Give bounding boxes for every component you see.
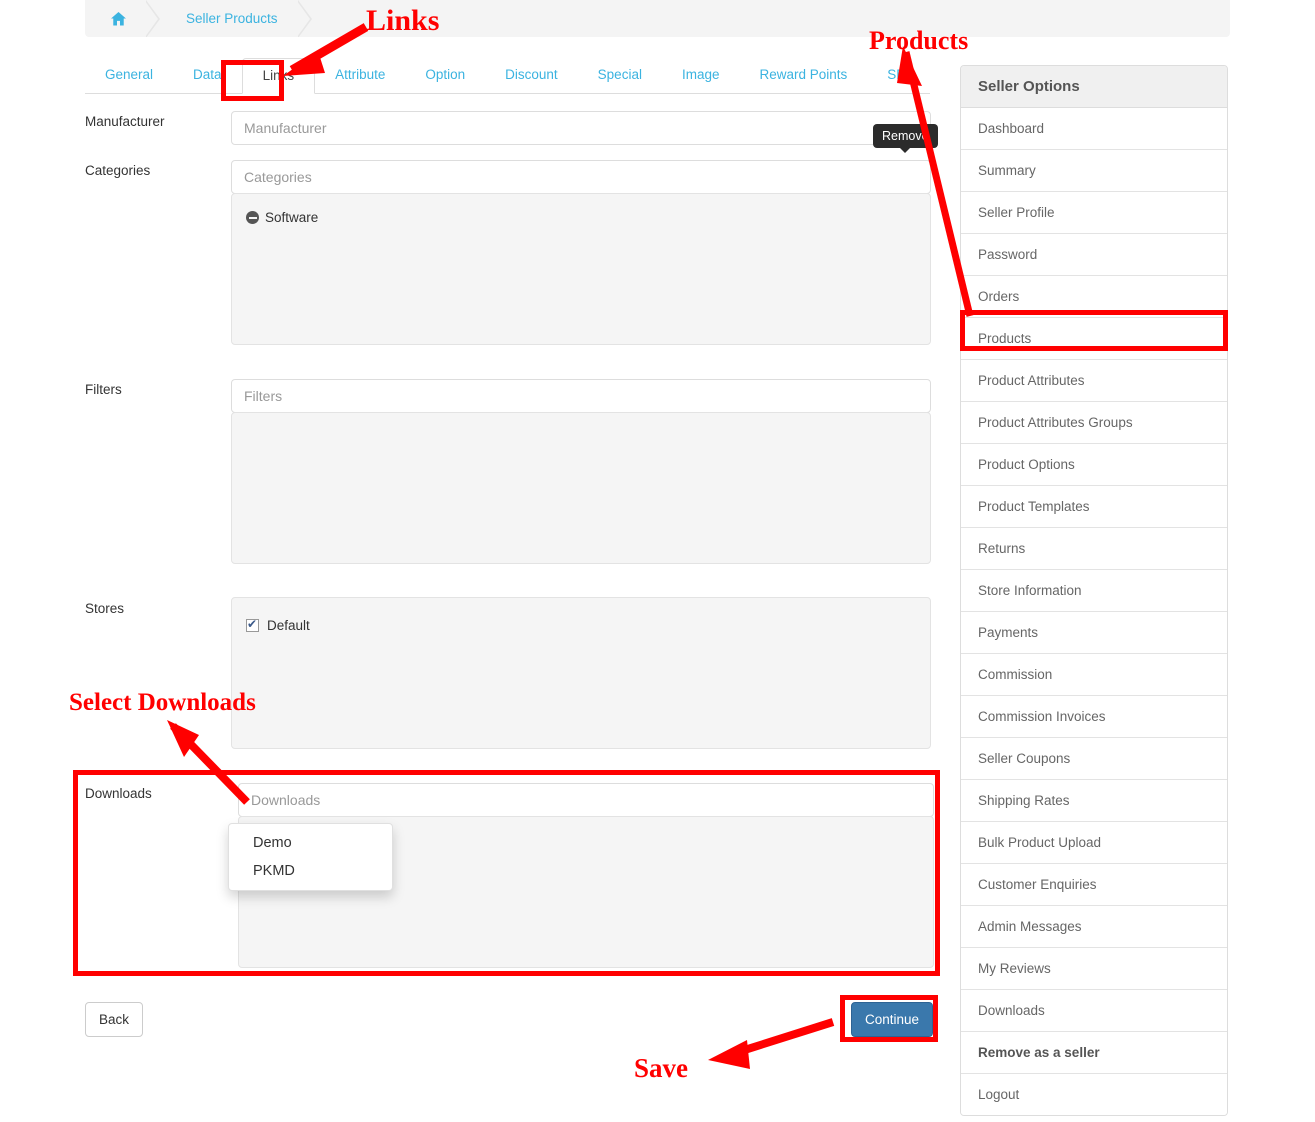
- remove-tooltip: Remove: [873, 124, 938, 153]
- tab-special[interactable]: Special: [578, 58, 662, 92]
- breadcrumb: Seller Products: [85, 0, 1230, 37]
- sidebar-item-store-information[interactable]: Store Information: [961, 570, 1227, 612]
- downloads-dropdown[interactable]: Demo PKMD: [228, 823, 393, 891]
- page-root: Seller Products General Data Links Attri…: [0, 0, 1315, 1122]
- tab-links[interactable]: Links: [241, 58, 316, 94]
- minus-circle-icon[interactable]: [246, 211, 259, 224]
- sidebar-item-dashboard[interactable]: Dashboard: [961, 108, 1227, 150]
- category-chip-software[interactable]: Software: [232, 206, 930, 229]
- breadcrumb-item-seller-products[interactable]: Seller Products: [160, 0, 300, 37]
- sidebar-item-products[interactable]: Products: [961, 318, 1227, 360]
- categories-input[interactable]: [231, 160, 931, 194]
- sidebar-item-customer-enquiries[interactable]: Customer Enquiries: [961, 864, 1227, 906]
- tab-discount[interactable]: Discount: [485, 58, 578, 92]
- annotation-label-products: Products: [869, 26, 969, 55]
- tab-general[interactable]: General: [85, 58, 173, 92]
- sidebar-item-product-options[interactable]: Product Options: [961, 444, 1227, 486]
- category-chip-label: Software: [265, 210, 319, 225]
- breadcrumb-separator-icon-2: [296, 0, 312, 37]
- annotation-label-links: Links: [366, 4, 440, 37]
- sidebar-item-bulk-product-upload[interactable]: Bulk Product Upload: [961, 822, 1227, 864]
- store-option-default[interactable]: Default: [232, 614, 930, 637]
- filters-label: Filters: [85, 382, 122, 397]
- back-button[interactable]: Back: [85, 1002, 144, 1037]
- annotation-label-save: Save: [634, 1053, 688, 1083]
- breadcrumb-home-link[interactable]: [85, 0, 148, 37]
- categories-label: Categories: [85, 163, 151, 178]
- sidebar-item-commission[interactable]: Commission: [961, 654, 1227, 696]
- sidebar-item-downloads[interactable]: Downloads: [961, 990, 1227, 1032]
- sidebar-item-product-attributes[interactable]: Product Attributes: [961, 360, 1227, 402]
- manufacturer-input[interactable]: [231, 111, 931, 145]
- seller-options-panel: Seller Options Dashboard Summary Seller …: [960, 65, 1228, 1116]
- seller-options-title: Seller Options: [961, 66, 1227, 108]
- sidebar-item-seller-coupons[interactable]: Seller Coupons: [961, 738, 1227, 780]
- manufacturer-label: Manufacturer: [85, 114, 165, 129]
- tab-seo[interactable]: SEO: [867, 58, 936, 92]
- stores-well: Default: [231, 597, 931, 749]
- sidebar-item-product-attributes-groups[interactable]: Product Attributes Groups: [961, 402, 1227, 444]
- breadcrumb-separator-icon: [145, 0, 160, 37]
- sidebar-item-summary[interactable]: Summary: [961, 150, 1227, 192]
- downloads-dropdown-item-demo[interactable]: Demo: [229, 829, 392, 857]
- tab-attribute[interactable]: Attribute: [315, 58, 405, 92]
- store-option-label: Default: [267, 618, 310, 633]
- downloads-label: Downloads: [85, 786, 152, 801]
- filters-selected-well: [231, 412, 931, 564]
- sidebar-item-product-templates[interactable]: Product Templates: [961, 486, 1227, 528]
- tab-image[interactable]: Image: [662, 58, 740, 92]
- sidebar-item-admin-messages[interactable]: Admin Messages: [961, 906, 1227, 948]
- tab-reward-points[interactable]: Reward Points: [739, 58, 867, 92]
- tab-bar: General Data Links Attribute Option Disc…: [85, 58, 930, 94]
- sidebar-item-returns[interactable]: Returns: [961, 528, 1227, 570]
- sidebar-item-orders[interactable]: Orders: [961, 276, 1227, 318]
- sidebar-item-logout[interactable]: Logout: [961, 1074, 1227, 1115]
- stores-label: Stores: [85, 601, 125, 616]
- sidebar-item-commission-invoices[interactable]: Commission Invoices: [961, 696, 1227, 738]
- sidebar-item-password[interactable]: Password: [961, 234, 1227, 276]
- sidebar-item-shipping-rates[interactable]: Shipping Rates: [961, 780, 1227, 822]
- checkbox-checked-icon[interactable]: [246, 616, 259, 632]
- downloads-input[interactable]: [238, 783, 934, 817]
- home-icon: [111, 11, 126, 26]
- tab-data[interactable]: Data: [173, 58, 242, 92]
- categories-selected-well: Software: [231, 193, 931, 345]
- sidebar-item-my-reviews[interactable]: My Reviews: [961, 948, 1227, 990]
- tab-option[interactable]: Option: [405, 58, 485, 92]
- filters-input[interactable]: [231, 379, 931, 413]
- sidebar-item-remove-as-a-seller[interactable]: Remove as a seller: [961, 1032, 1227, 1074]
- downloads-dropdown-item-pkmd[interactable]: PKMD: [229, 857, 392, 885]
- sidebar-item-payments[interactable]: Payments: [961, 612, 1227, 654]
- sidebar-item-seller-profile[interactable]: Seller Profile: [961, 192, 1227, 234]
- annotation-label-select-downloads: Select Downloads: [69, 689, 256, 716]
- continue-button[interactable]: Continue: [851, 1002, 934, 1037]
